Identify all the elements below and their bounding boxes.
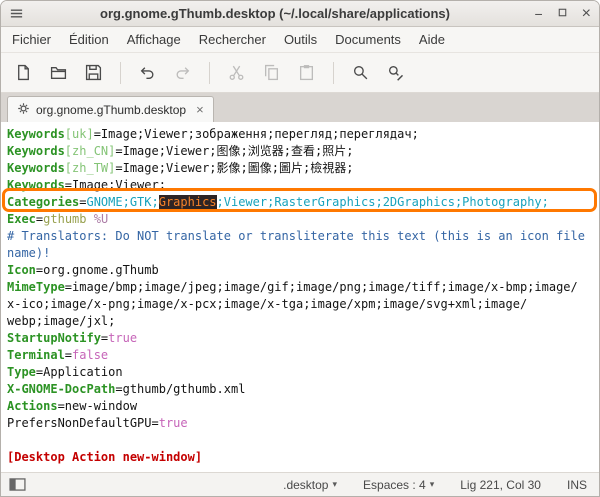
insert-mode-indicator: INS: [567, 478, 587, 492]
menu-edition[interactable]: Édition: [60, 28, 118, 51]
undo-button[interactable]: [130, 58, 165, 88]
gedit-window: org.gnome.gThumb.desktop (~/.local/share…: [0, 0, 600, 497]
side-panel-toggle-button[interactable]: [9, 478, 26, 491]
toolbar-separator: [120, 62, 121, 84]
titlebar: org.gnome.gThumb.desktop (~/.local/share…: [1, 1, 599, 27]
menu-documents[interactable]: Documents: [326, 28, 410, 51]
menu-rechercher[interactable]: Rechercher: [190, 28, 275, 51]
paste-button[interactable]: [289, 58, 324, 88]
toolbar: [1, 53, 599, 93]
editor[interactable]: Keywords[uk]=Image;Viewer;зображення;пер…: [1, 122, 599, 472]
toolbar-separator: [209, 62, 210, 84]
tab-width-selector[interactable]: Espaces : 4 ▾: [363, 478, 434, 492]
toolbar-separator: [333, 62, 334, 84]
menubar: FichierÉditionAffichageRechercherOutilsD…: [1, 27, 599, 53]
code-line[interactable]: X-GNOME-DocPath=gthumb/gthumb.xml: [7, 381, 599, 398]
app-icon: [9, 6, 29, 21]
statusbar-right: .desktop ▾ Espaces : 4 ▾ Lig 221, Col 30…: [283, 478, 591, 492]
minimize-button[interactable]: −: [534, 7, 542, 21]
code-line[interactable]: # Translators: Do NOT translate or trans…: [7, 228, 599, 245]
menu-fichier[interactable]: Fichier: [3, 28, 60, 51]
close-button[interactable]: ×: [582, 6, 591, 22]
code-line[interactable]: Keywords[uk]=Image;Viewer;зображення;пер…: [7, 126, 599, 143]
window-controls: − ×: [521, 6, 591, 22]
chevron-down-icon: ▾: [430, 479, 435, 490]
desktop-file-gear-icon: [17, 102, 30, 118]
code-line[interactable]: Exec=gthumb %U: [7, 211, 599, 228]
code-line[interactable]: Keywords=Image;Viewer;: [7, 177, 599, 194]
code-line[interactable]: webp;image/jxl;: [7, 313, 599, 330]
code-line[interactable]: MimeType=image/bmp;image/jpeg;image/gif;…: [7, 279, 599, 296]
menu-aide[interactable]: Aide: [410, 28, 454, 51]
save-document-button[interactable]: [76, 58, 111, 88]
code-line[interactable]: Categories=GNOME;GTK;Graphics;Viewer;Ras…: [7, 194, 599, 211]
code-line[interactable]: Actions=new-window: [7, 398, 599, 415]
new-document-button[interactable]: [6, 58, 41, 88]
cursor-position: Lig 221, Col 30: [460, 478, 541, 492]
find-replace-button[interactable]: [378, 58, 413, 88]
menu-outils[interactable]: Outils: [275, 28, 326, 51]
language-selector[interactable]: .desktop ▾: [283, 478, 337, 492]
code-line[interactable]: Keywords[zh_TW]=Image;Viewer;影像;圖像;圖片;檢視…: [7, 160, 599, 177]
tab-org-gnome-gthumb-desktop[interactable]: org.gnome.gThumb.desktop ×: [7, 96, 214, 122]
open-document-button[interactable]: [41, 58, 76, 88]
copy-button[interactable]: [254, 58, 289, 88]
code-line[interactable]: Keywords[zh_CN]=Image;Viewer;图像;浏览器;查看;照…: [7, 143, 599, 160]
code-area: Keywords[uk]=Image;Viewer;зображення;пер…: [7, 126, 599, 466]
redo-button[interactable]: [165, 58, 200, 88]
tabbar: org.gnome.gThumb.desktop ×: [1, 93, 599, 122]
code-line[interactable]: Type=Application: [7, 364, 599, 381]
code-line[interactable]: [7, 432, 599, 449]
tab-label: org.gnome.gThumb.desktop: [36, 103, 186, 117]
code-line[interactable]: x-ico;image/x-png;image/x-pcx;image/x-tg…: [7, 296, 599, 313]
cut-button[interactable]: [219, 58, 254, 88]
statusbar: .desktop ▾ Espaces : 4 ▾ Lig 221, Col 30…: [1, 472, 599, 496]
code-line[interactable]: [Desktop Action new-window]: [7, 449, 599, 466]
restore-button[interactable]: [556, 6, 569, 21]
code-line[interactable]: name)!: [7, 245, 599, 262]
code-line[interactable]: StartupNotify=true: [7, 330, 599, 347]
window-title: org.gnome.gThumb.desktop (~/.local/share…: [29, 6, 521, 21]
tab-close-icon[interactable]: ×: [196, 103, 204, 116]
code-line[interactable]: Terminal=false: [7, 347, 599, 364]
menu-affichage[interactable]: Affichage: [118, 28, 190, 51]
code-line[interactable]: PrefersNonDefaultGPU=true: [7, 415, 599, 432]
code-line[interactable]: Icon=org.gnome.gThumb: [7, 262, 599, 279]
chevron-down-icon: ▾: [332, 479, 337, 490]
find-button[interactable]: [343, 58, 378, 88]
